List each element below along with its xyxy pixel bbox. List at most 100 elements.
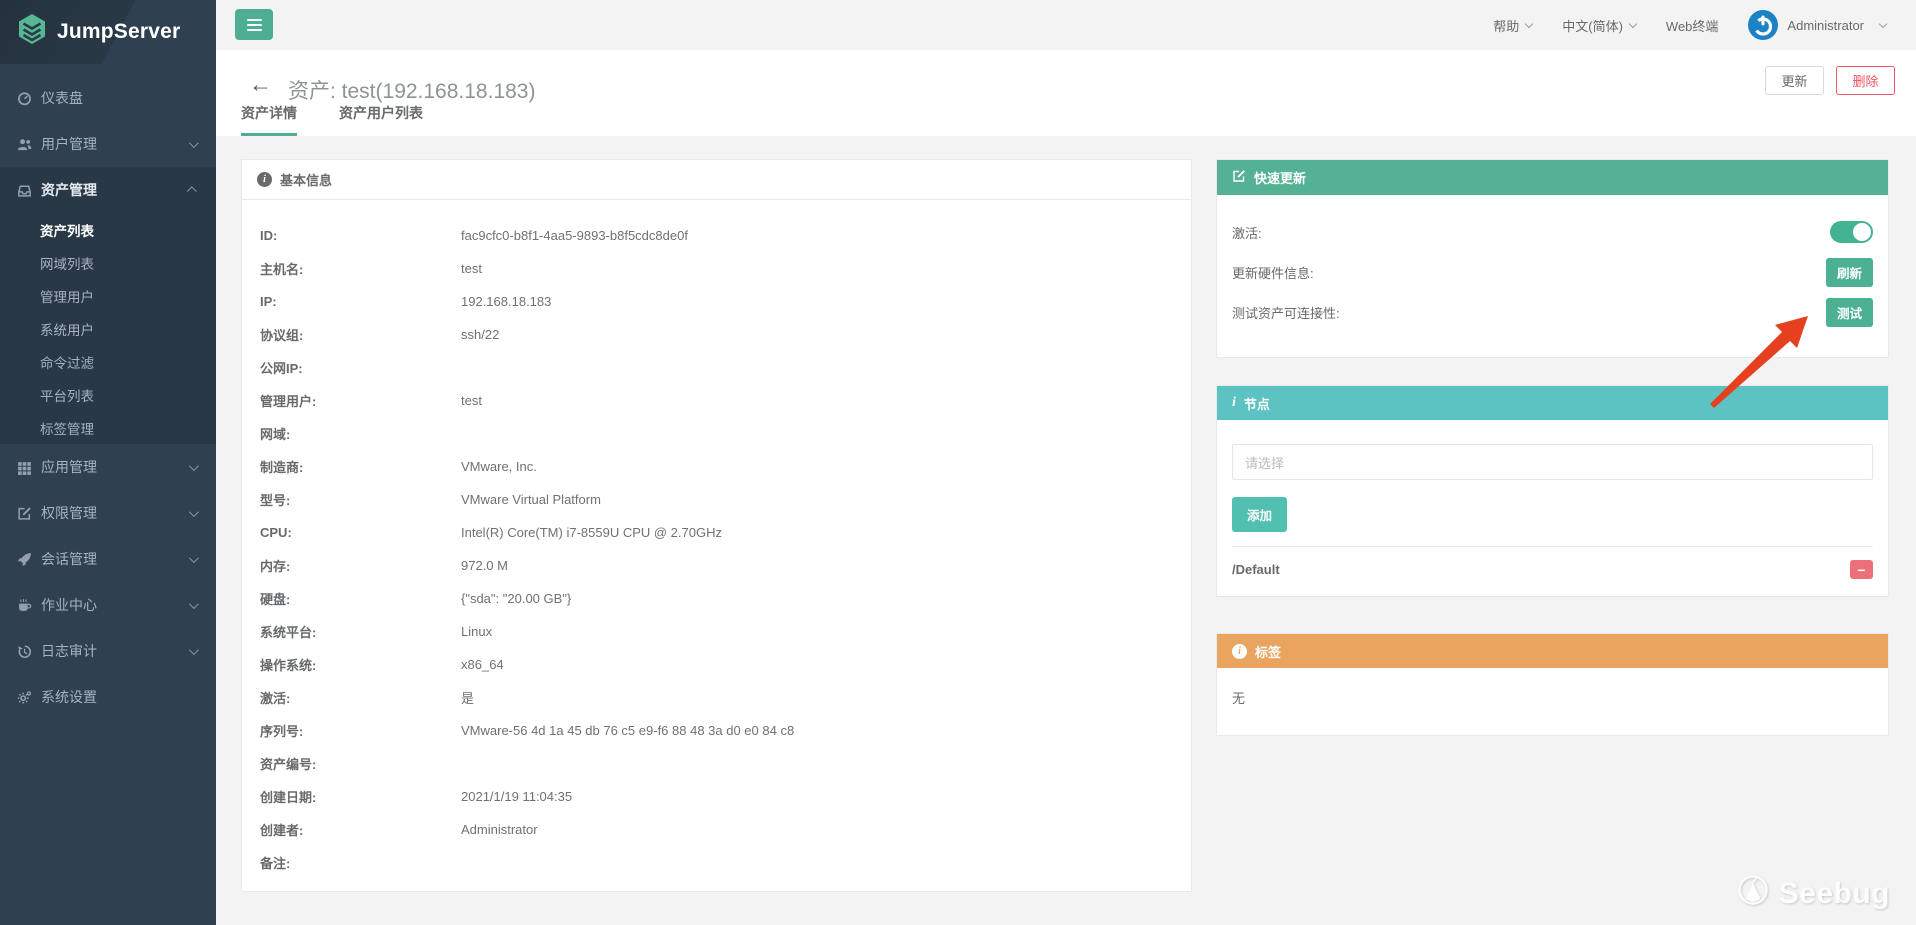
sidebar-item-user-management[interactable]: 用户管理: [0, 121, 216, 167]
node-row: /Default −: [1232, 547, 1873, 582]
seebug-watermark: Seebug: [1731, 869, 1890, 918]
add-node-button[interactable]: 添加: [1232, 497, 1288, 532]
language-menu[interactable]: 中文(简体): [1562, 16, 1638, 35]
page-title: 资产: test(192.168.18.183): [288, 80, 536, 103]
info-label: 型号:: [260, 493, 291, 508]
info-label: 制造商:: [260, 460, 304, 475]
sidebar-subitem[interactable]: 资产列表: [0, 213, 216, 246]
update-button[interactable]: 更新: [1765, 66, 1824, 95]
info-row: 创建日期: 2021/1/19 11:04:35: [260, 780, 1173, 813]
tab-asset-detail[interactable]: 资产详情: [241, 103, 297, 136]
info-value: Intel(R) Core(TM) i7-8559U CPU @ 2.70GHz: [461, 525, 722, 540]
sidebar: JumpServer 仪表盘用户管理资产管理资产列表 网域列表 管理用户 系统用户 命令…: [0, 0, 216, 925]
hamburger-menu-button[interactable]: [235, 9, 273, 40]
sidebar-subitem[interactable]: 平台列表: [0, 378, 216, 411]
seebug-text: Seebug: [1778, 876, 1890, 910]
sidebar-item-perm-management[interactable]: 权限管理: [0, 490, 216, 536]
main-content: i 基本信息 ID: fac9cfc0-b8f1-4aa5-9893-b8f5cd…: [216, 136, 1916, 925]
edit-icon: [17, 506, 32, 521]
page-header: ← 资产: test(192.168.18.183) 更新 删除 资产详情 资产…: [216, 50, 1916, 136]
info-value: 2021/1/19 11:04:35: [461, 789, 573, 804]
gears-icon: [17, 690, 32, 705]
sidebar-subitem[interactable]: 网域列表: [0, 246, 216, 279]
remove-node-button[interactable]: −: [1850, 560, 1873, 579]
app-logo[interactable]: JumpServer: [0, 0, 216, 64]
delete-button[interactable]: 删除: [1836, 66, 1895, 95]
node-select[interactable]: 请选择: [1232, 444, 1873, 480]
info-label: 序列号:: [260, 724, 304, 739]
info-value: 192.168.18.183: [461, 294, 552, 309]
info-value: 是: [461, 691, 475, 706]
edit-square-icon: [1232, 169, 1246, 186]
info-row: 内存: 972.0 M: [260, 549, 1173, 582]
chevron-up-icon: [186, 185, 197, 196]
label-panel: i 标签 无: [1216, 633, 1889, 736]
seebug-logo-icon: [1731, 869, 1775, 918]
info-value: fac9cfc0-b8f1-4aa5-9893-b8f5cdc8de0f: [461, 228, 688, 243]
chevron-down-icon: [188, 552, 199, 563]
tab-asset-user-list[interactable]: 资产用户列表: [339, 103, 423, 136]
hamburger-icon: [246, 18, 262, 21]
info-label: 系统平台:: [260, 625, 317, 640]
sidebar-item-asset-management[interactable]: 资产管理: [0, 167, 216, 213]
sidebar-item-label: 资产管理: [41, 182, 97, 198]
chevron-down-icon: [188, 460, 199, 471]
info-row: 资产编号:: [260, 747, 1173, 780]
info-row: 备注:: [260, 846, 1173, 879]
sidebar-item-system-settings[interactable]: 系统设置: [0, 674, 216, 720]
sidebar-subitem[interactable]: 命令过滤: [0, 345, 216, 378]
back-arrow-icon[interactable]: ←: [249, 71, 272, 99]
active-toggle[interactable]: [1830, 221, 1873, 243]
info-value: test: [461, 261, 482, 276]
test-connectivity-button[interactable]: 测试: [1825, 297, 1873, 327]
info-label: 激活:: [260, 691, 291, 706]
node-panel: i 节点 请选择 添加 /Default −: [1216, 385, 1889, 597]
rocket-icon: [17, 552, 32, 567]
sidebar-item-label: 会话管理: [41, 551, 97, 567]
sidebar-item-log-audit[interactable]: 日志审计: [0, 628, 216, 674]
sidebar-subitem[interactable]: 标签管理: [0, 411, 216, 444]
help-menu[interactable]: 帮助: [1493, 16, 1534, 35]
sidebar-subitem[interactable]: 系统用户: [0, 312, 216, 345]
info-label: 管理用户:: [260, 394, 317, 409]
info-row: 型号: VMware Virtual Platform: [260, 483, 1173, 516]
sidebar-item-label: 应用管理: [41, 459, 97, 475]
info-label: 内存:: [260, 559, 291, 574]
info-row: 序列号: VMware-56 4d 1a 45 db 76 c5 e9-f6 88…: [260, 714, 1173, 747]
topbar: 帮助 中文(简体) Web终端 Administrator: [216, 0, 1916, 50]
avatar: [1748, 10, 1779, 40]
sidebar-item-label: 仪表盘: [41, 90, 83, 106]
chevron-down-icon: [1628, 19, 1638, 28]
info-label: ID:: [260, 228, 278, 243]
sidebar-item-session-management[interactable]: 会话管理: [0, 536, 216, 582]
info-row: 协议组: ssh/22: [260, 318, 1173, 351]
info-value: test: [461, 393, 482, 408]
info-label: 协议组:: [260, 328, 304, 343]
gauge-icon: [17, 91, 32, 106]
info-row: 主机名: test: [260, 252, 1173, 285]
label-header: i 标签: [1217, 634, 1888, 668]
sidebar-subitem[interactable]: 管理用户: [0, 279, 216, 312]
sidebar-menu: 仪表盘用户管理资产管理资产列表 网域列表 管理用户 系统用户 命令过滤 平台列表 标签管理应…: [0, 64, 216, 720]
info-row: 激活: 是: [260, 681, 1173, 714]
web-terminal-link[interactable]: Web终端: [1666, 16, 1719, 35]
info-label: 创建日期:: [260, 790, 317, 805]
sidebar-item-app-management[interactable]: 应用管理: [0, 444, 216, 490]
user-menu[interactable]: Administrator: [1748, 10, 1888, 40]
info-label: 备注:: [260, 856, 291, 871]
info-row: 制造商: VMware, Inc.: [260, 450, 1173, 483]
info-value: Administrator: [461, 822, 538, 837]
sidebar-item-job-center[interactable]: 作业中心: [0, 582, 216, 628]
tab-bar: 资产详情 资产用户列表: [241, 103, 423, 136]
quick-update-header: 快速更新: [1217, 160, 1888, 195]
info-value: VMware Virtual Platform: [461, 492, 601, 507]
sidebar-item-label: 日志审计: [41, 643, 97, 659]
refresh-button[interactable]: 刷新: [1825, 257, 1873, 287]
info-value: VMware, Inc.: [461, 459, 537, 474]
info-row: 网域:: [260, 417, 1173, 450]
chevron-down-icon: [188, 644, 199, 655]
sidebar-item-label: 系统设置: [41, 689, 97, 705]
sidebar-item-dashboard[interactable]: 仪表盘: [0, 75, 216, 121]
info-label: CPU:: [260, 525, 292, 540]
chevron-down-icon: [188, 506, 199, 517]
